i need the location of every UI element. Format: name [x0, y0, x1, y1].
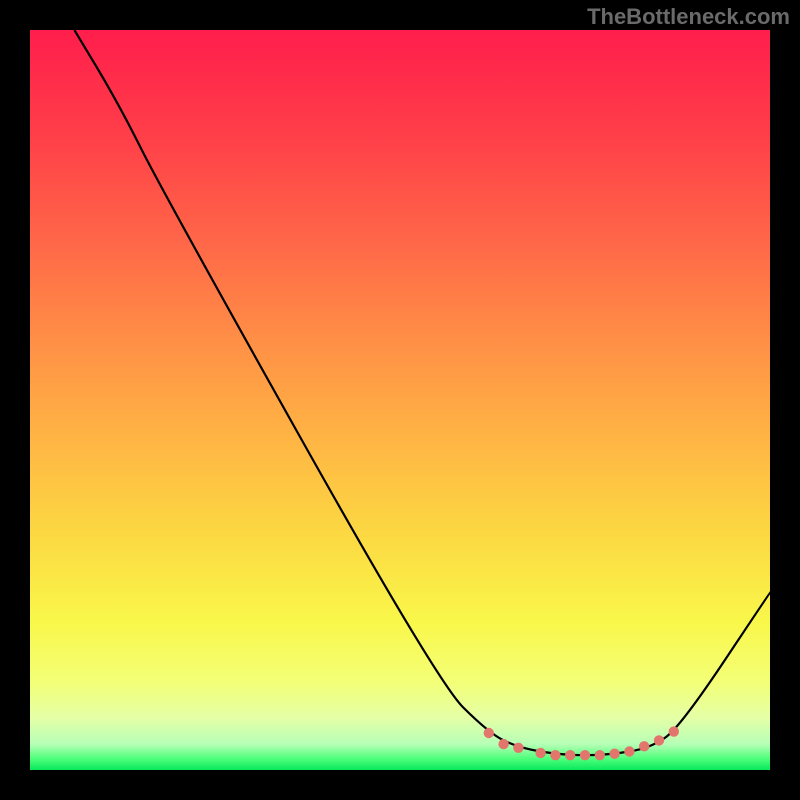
plot-area — [30, 30, 770, 770]
marker-dot — [513, 743, 523, 753]
gradient-background — [30, 30, 770, 770]
watermark-text: TheBottleneck.com — [587, 4, 790, 30]
marker-dot — [609, 749, 619, 759]
marker-dot — [550, 750, 560, 760]
marker-dot — [565, 750, 575, 760]
marker-dot — [624, 746, 634, 756]
marker-dot — [654, 735, 664, 745]
marker-dot — [595, 750, 605, 760]
marker-dot — [535, 748, 545, 758]
marker-dot — [669, 726, 679, 736]
marker-dot — [484, 728, 494, 738]
chart-frame: TheBottleneck.com — [0, 0, 800, 800]
marker-dot — [639, 741, 649, 751]
marker-dot — [498, 739, 508, 749]
chart-svg — [30, 30, 770, 770]
marker-dot — [580, 750, 590, 760]
